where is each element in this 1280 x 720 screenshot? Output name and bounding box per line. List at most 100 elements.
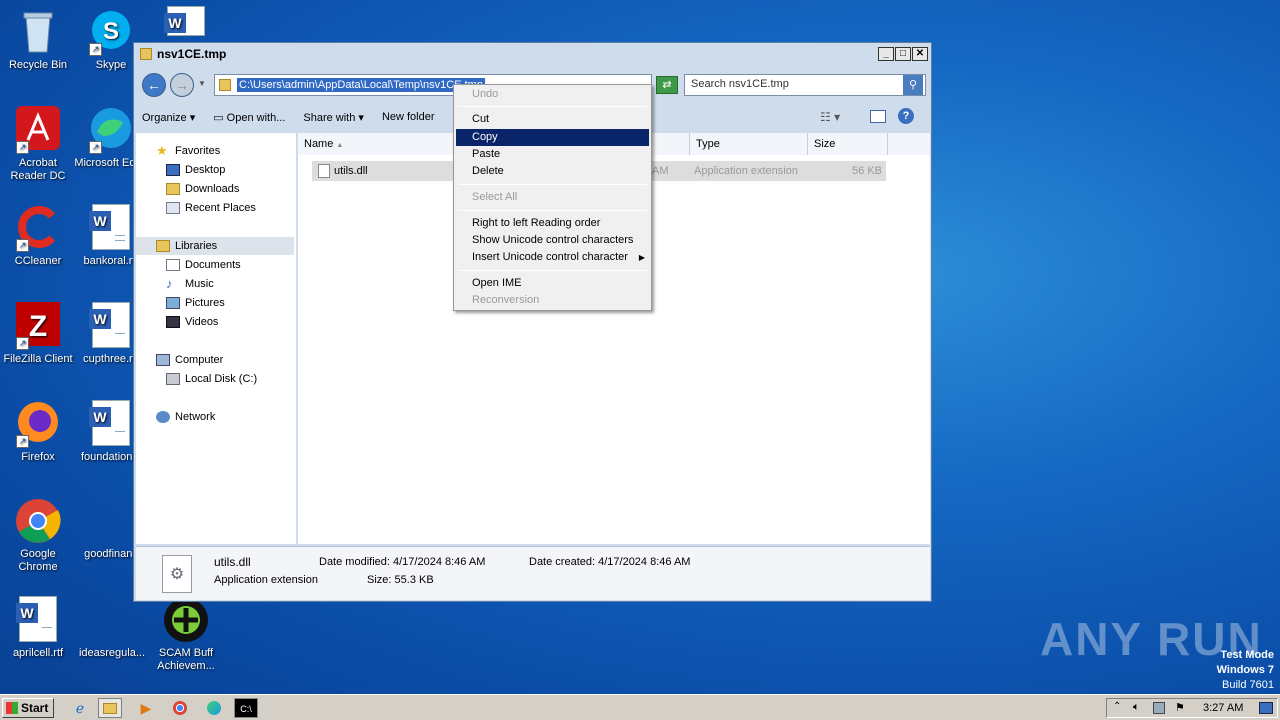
nav-local-disk[interactable]: Local Disk (C:): [166, 370, 257, 388]
menu-separator: [458, 184, 647, 185]
open-with-button[interactable]: ▭ Open with...: [213, 111, 285, 124]
nav-network[interactable]: Network: [156, 408, 215, 426]
build-line: Build 7601: [1222, 679, 1274, 691]
desktop-icon-aprilcell[interactable]: W aprilcell.rtf: [0, 596, 76, 660]
forward-button[interactable]: →: [170, 73, 194, 97]
minimize-button[interactable]: _: [878, 47, 894, 61]
context-menu: Undo Cut Copy Paste Delete Select All Ri…: [453, 84, 652, 311]
menu-item-rtl-reading-order[interactable]: Right to left Reading order: [456, 215, 649, 232]
maximize-button[interactable]: □: [895, 47, 911, 61]
menu-separator: [458, 270, 647, 271]
media-player-icon[interactable]: ▶: [134, 698, 158, 718]
nav-pictures[interactable]: Pictures: [166, 294, 225, 312]
column-header-name[interactable]: Name ▲: [298, 133, 456, 155]
nav-desktop[interactable]: Desktop: [166, 161, 225, 179]
svg-text:S: S: [103, 18, 119, 45]
details-value: 4/17/2024 8:46 AM: [598, 556, 691, 568]
chrome-icon: [14, 497, 62, 545]
menu-item-select-all[interactable]: Select All: [456, 189, 649, 206]
menu-item-reconversion[interactable]: Reconversion: [456, 292, 649, 309]
desktop-icon-ideasregula[interactable]: ideasregula...: [73, 596, 149, 660]
nav-videos[interactable]: Videos: [166, 313, 218, 331]
taskbar: Start ℯ ▶ C:\ ⌃ 🔈︎ ⚑ 3:27 AM: [0, 694, 1280, 720]
clock[interactable]: 3:27 AM: [1203, 702, 1243, 714]
column-header-type[interactable]: Type: [690, 133, 808, 155]
menu-item-undo[interactable]: Undo: [456, 86, 649, 103]
organize-button[interactable]: Organize ▾: [142, 111, 195, 124]
desktop-icon-scam-buff[interactable]: SCAM Buff Achievem...: [148, 596, 224, 673]
menu-separator: [458, 106, 647, 107]
nav-label: Music: [185, 278, 214, 290]
skype-icon: S ↗: [87, 8, 135, 56]
desktop-icon-label: Google Chrome: [18, 548, 58, 573]
libraries-icon: [156, 240, 170, 252]
internet-explorer-icon[interactable]: ℯ: [68, 698, 92, 718]
menu-item-insert-unicode[interactable]: Insert Unicode control character ▶: [456, 249, 649, 266]
desktop-icon-label: aprilcell.rtf: [12, 647, 64, 659]
details-pane: ⚙ utils.dll Application extension Date m…: [136, 546, 930, 600]
menu-item-show-unicode[interactable]: Show Unicode control characters: [456, 232, 649, 249]
recent-places-icon: [166, 202, 180, 214]
nav-label: Computer: [175, 354, 224, 366]
desktop-icon-label: Acrobat Reader DC: [10, 157, 66, 182]
nav-downloads[interactable]: Downloads: [166, 180, 239, 198]
desktop-icon-recycle-bin[interactable]: Recycle Bin: [0, 8, 76, 72]
back-button[interactable]: ←: [142, 73, 166, 97]
volume-icon[interactable]: 🔈︎: [1133, 701, 1140, 714]
downloads-icon: [166, 183, 180, 195]
nav-music[interactable]: ♪ Music: [166, 275, 214, 293]
view-options-icon[interactable]: ☷ ▾: [820, 110, 840, 124]
cmd-taskbar-icon[interactable]: C:\: [234, 698, 258, 718]
desktop-icon-chrome[interactable]: Google Chrome: [0, 497, 76, 574]
desktop-icon-label: FileZilla Client: [3, 353, 73, 365]
start-button[interactable]: Start: [2, 698, 54, 718]
column-header-size[interactable]: Size: [808, 133, 888, 155]
tray-expand-icon[interactable]: ⌃: [1113, 701, 1121, 712]
close-button[interactable]: ✕: [912, 47, 928, 61]
title-bar[interactable]: nsv1CE.tmp: [134, 43, 931, 65]
flag-icon[interactable]: ⚑: [1175, 701, 1185, 714]
dll-file-icon: [318, 164, 330, 178]
nav-favorites[interactable]: ★ Favorites: [156, 142, 220, 160]
nav-documents[interactable]: Documents: [166, 256, 241, 274]
desktop-icon-ccleaner[interactable]: ↗ CCleaner: [0, 204, 76, 268]
new-folder-button[interactable]: New folder: [382, 111, 435, 123]
help-icon[interactable]: ?: [898, 108, 914, 124]
word-document-icon: W: [164, 6, 205, 36]
explorer-taskbar-icon[interactable]: [98, 698, 122, 718]
details-value: 4/17/2024 8:46 AM: [393, 556, 486, 568]
nav-label: Pictures: [185, 297, 225, 309]
desktop-icon-acrobat[interactable]: ↗ Acrobat Reader DC: [0, 106, 76, 183]
file-date: AM: [652, 165, 669, 177]
share-with-label: Share with: [303, 111, 356, 124]
chrome-taskbar-icon[interactable]: [168, 698, 192, 718]
menu-item-paste[interactable]: Paste: [456, 146, 649, 163]
menu-item-open-ime[interactable]: Open IME: [456, 275, 649, 292]
menu-item-cut[interactable]: Cut: [456, 111, 649, 128]
refresh-icon[interactable]: ⇄: [656, 76, 678, 94]
show-desktop-icon[interactable]: [1259, 702, 1273, 714]
recent-pages-chevron-icon[interactable]: ▼: [198, 79, 206, 88]
firefox-icon: ↗: [14, 400, 62, 448]
nav-libraries[interactable]: Libraries: [136, 237, 294, 255]
preview-pane-icon[interactable]: [870, 110, 886, 123]
local-disk-icon: [166, 373, 180, 385]
desktop-icon-word-doc-top[interactable]: W: [148, 6, 224, 36]
address-text[interactable]: C:\Users\admin\AppData\Local\Temp\nsv1CE…: [237, 78, 485, 92]
desktop-icon-filezilla[interactable]: Z ↗ FileZilla Client: [0, 302, 76, 366]
desktop-icon-label: ideasregula...: [78, 647, 146, 659]
network-tray-icon[interactable]: [1153, 702, 1165, 714]
menu-item-copy[interactable]: Copy: [456, 129, 649, 146]
search-input[interactable]: Search nsv1CE.tmp ⚲: [684, 74, 926, 96]
nav-label: Videos: [185, 316, 219, 328]
test-mode-line: Test Mode: [1220, 649, 1274, 661]
share-with-button[interactable]: Share with ▾: [303, 111, 364, 124]
nav-recent-places[interactable]: Recent Places: [166, 199, 256, 217]
search-icon[interactable]: ⚲: [903, 75, 923, 95]
menu-item-delete[interactable]: Delete: [456, 163, 649, 180]
edge-taskbar-icon[interactable]: [202, 698, 226, 718]
nav-computer[interactable]: Computer: [156, 351, 223, 369]
nav-label: Desktop: [185, 164, 226, 176]
menu-separator: [458, 210, 647, 211]
desktop-icon-firefox[interactable]: ↗ Firefox: [0, 400, 76, 464]
